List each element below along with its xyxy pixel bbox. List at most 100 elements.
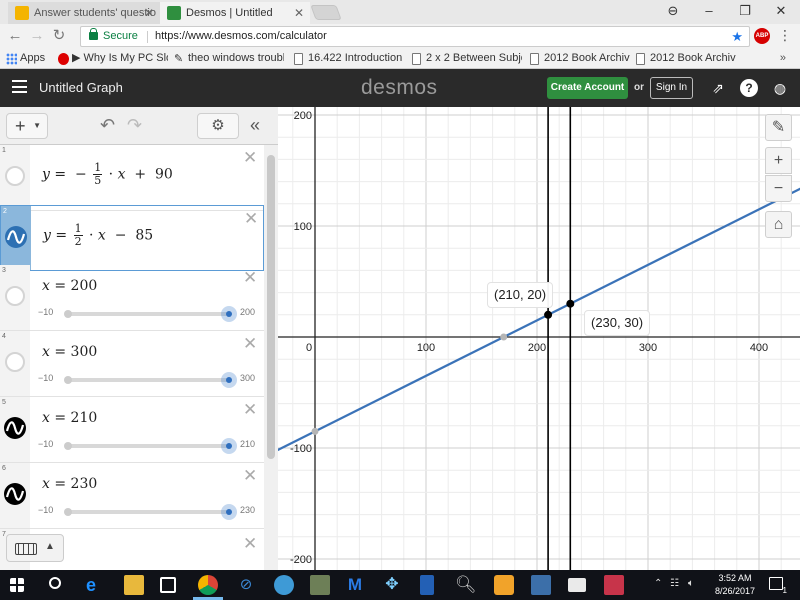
delete-expression-icon[interactable]: ✕ (243, 334, 257, 354)
hamburger-menu-icon[interactable] (12, 80, 27, 93)
slider-max[interactable]: 300 (240, 373, 255, 383)
new-tab-button[interactable] (310, 5, 342, 20)
slider-min[interactable]: −10 (38, 307, 53, 317)
windows-start-icon[interactable] (10, 578, 24, 592)
zoom-out-icon[interactable]: − (765, 175, 792, 202)
slider-track[interactable] (64, 372, 237, 388)
close-tab-icon[interactable]: ✕ (144, 2, 154, 24)
bookmark-2x2-between[interactable]: 2 x 2 Between Subjec (410, 49, 522, 69)
edge-browser-icon[interactable]: e (86, 575, 106, 595)
bookmark-theo-windows[interactable]: ✎ theo windows trouble (172, 49, 284, 69)
slider-min[interactable]: −10 (38, 505, 53, 515)
expression-row-5[interactable]: 5 x = 210 −10 210 ✕ (0, 397, 264, 463)
delete-expression-icon[interactable]: ✕ (243, 534, 257, 554)
file-explorer-icon[interactable] (124, 575, 144, 595)
graph-title[interactable]: Untitled Graph (39, 69, 123, 107)
clock[interactable]: 3:52 AM 8/26/2017 (708, 572, 762, 598)
black-wave-icon[interactable] (4, 483, 26, 505)
chrome-icon[interactable] (198, 575, 218, 595)
slider-handle[interactable] (221, 372, 237, 388)
bookmark-star-icon[interactable]: ★ (731, 27, 743, 46)
network-icon[interactable]: ☷ (670, 578, 679, 589)
app-icon[interactable] (274, 575, 294, 595)
address-bar[interactable]: Secure https://www.desmos.com/calculator… (80, 26, 750, 47)
sign-in-button[interactable]: Sign In (650, 77, 693, 99)
expression-list-scrollbar[interactable] (264, 145, 278, 570)
app-icon[interactable] (310, 575, 330, 595)
redo-icon[interactable]: ↷ (127, 116, 142, 134)
slider-track[interactable] (64, 438, 237, 454)
expression-tab[interactable]: 1 (0, 145, 30, 210)
user-profile-icon[interactable]: ⊖ (656, 0, 690, 22)
app-icon[interactable]: M (345, 575, 365, 595)
app-icon[interactable] (531, 575, 551, 595)
expression-math[interactable]: y = 12 · x − 85 (43, 223, 153, 248)
delete-expression-icon[interactable]: ✕ (243, 268, 257, 288)
slider-handle[interactable] (221, 306, 237, 322)
graph-paper[interactable]: 0 100 200 300 400 200 100 -100 -200 ✎ + − ⌂ (210… (278, 107, 800, 570)
point-label-210-20[interactable]: (210, 20) (487, 282, 554, 308)
slider-min[interactable]: −10 (38, 373, 53, 383)
share-icon[interactable]: ⇗ (709, 79, 727, 97)
wrench-icon[interactable]: ✎ (765, 114, 792, 141)
app-icon[interactable]: ⊘ (236, 575, 256, 595)
app-icon[interactable] (420, 575, 434, 595)
add-item-button[interactable]: + ▼ (6, 113, 48, 139)
graph-settings-gear-icon[interactable]: ⚙ (197, 113, 239, 139)
forward-arrow-icon[interactable]: → (28, 27, 46, 45)
expression-tab[interactable]: 6 (0, 463, 30, 528)
store-icon[interactable] (160, 577, 176, 593)
bookmark-why-pc-slow[interactable]: ▶ Why Is My PC Slov (56, 49, 168, 69)
bookmark-2012-book-archive-2[interactable]: 2012 Book Archive (634, 49, 736, 69)
app-icon[interactable]: ✥ (382, 575, 402, 595)
empty-circle-icon[interactable] (5, 286, 25, 306)
expression-math[interactable]: y = − 15 · x + 90 (42, 162, 173, 187)
point-label-230-30[interactable]: (230, 30) (584, 310, 651, 336)
notifications-icon[interactable]: 1 (769, 577, 787, 595)
tab-desmos[interactable]: Desmos | Untitled ✕ (160, 2, 310, 24)
scrollbar-thumb[interactable] (267, 155, 275, 459)
slider-track[interactable] (64, 504, 237, 520)
app-icon[interactable] (494, 575, 514, 595)
language-globe-icon[interactable]: ◍ (771, 79, 789, 97)
collapse-panel-icon[interactable]: « (250, 113, 260, 137)
app-icon[interactable] (604, 575, 624, 595)
close-tab-icon[interactable]: ✕ (294, 2, 304, 24)
restore-icon[interactable]: ❐ (728, 0, 762, 22)
expression-row-6[interactable]: 6 x = 230 −10 230 ✕ (0, 463, 264, 529)
delete-expression-icon[interactable]: ✕ (243, 466, 257, 486)
delete-expression-icon[interactable]: ✕ (243, 148, 257, 168)
delete-expression-icon[interactable]: ✕ (244, 209, 258, 229)
more-bookmarks-icon[interactable]: » (780, 49, 786, 68)
expression-math[interactable]: x = 300 (42, 344, 97, 360)
bookmark-apps[interactable]: Apps (4, 49, 54, 69)
adblock-icon[interactable]: ABP (754, 28, 770, 44)
slider-max[interactable]: 210 (240, 439, 255, 449)
help-icon[interactable]: ? (740, 79, 758, 97)
mail-icon[interactable] (568, 578, 586, 592)
black-wave-icon[interactable] (4, 417, 26, 439)
volume-icon[interactable]: 🔈︎ (688, 578, 694, 589)
create-account-button[interactable]: Create Account (547, 77, 628, 99)
slider-min[interactable]: −10 (38, 439, 53, 449)
expression-row-4[interactable]: 4 x = 300 −10 300 ✕ (0, 331, 264, 397)
slider-handle[interactable] (221, 438, 237, 454)
expression-row-2[interactable]: 2 y = 12 · x − 85 ✕ (0, 205, 264, 271)
undo-icon[interactable]: ↶ (100, 116, 115, 134)
expression-tab[interactable]: 4 (0, 331, 30, 396)
close-window-icon[interactable]: ✕ (764, 0, 798, 22)
slider-max[interactable]: 200 (240, 307, 255, 317)
expression-tab[interactable]: 5 (0, 397, 30, 462)
minimize-icon[interactable]: – (692, 0, 726, 22)
empty-circle-icon[interactable] (5, 352, 25, 372)
expression-tab[interactable]: 2 (1, 206, 31, 270)
slider-track[interactable] (64, 306, 237, 322)
reload-icon[interactable]: ↻ (50, 27, 68, 45)
zoom-in-icon[interactable]: + (765, 147, 792, 174)
bookmark-16422[interactable]: 16.422 Introduction (292, 49, 404, 69)
tab-answer-students[interactable]: Answer students' questio ✕ (8, 2, 160, 24)
empty-circle-icon[interactable] (5, 166, 25, 186)
bookmark-2012-book-archive[interactable]: 2012 Book Archive (528, 49, 630, 69)
expression-math[interactable]: x = 210 (42, 410, 97, 426)
expression-row-1[interactable]: 1 y = − 15 · x + 90 ✕ (0, 145, 264, 211)
